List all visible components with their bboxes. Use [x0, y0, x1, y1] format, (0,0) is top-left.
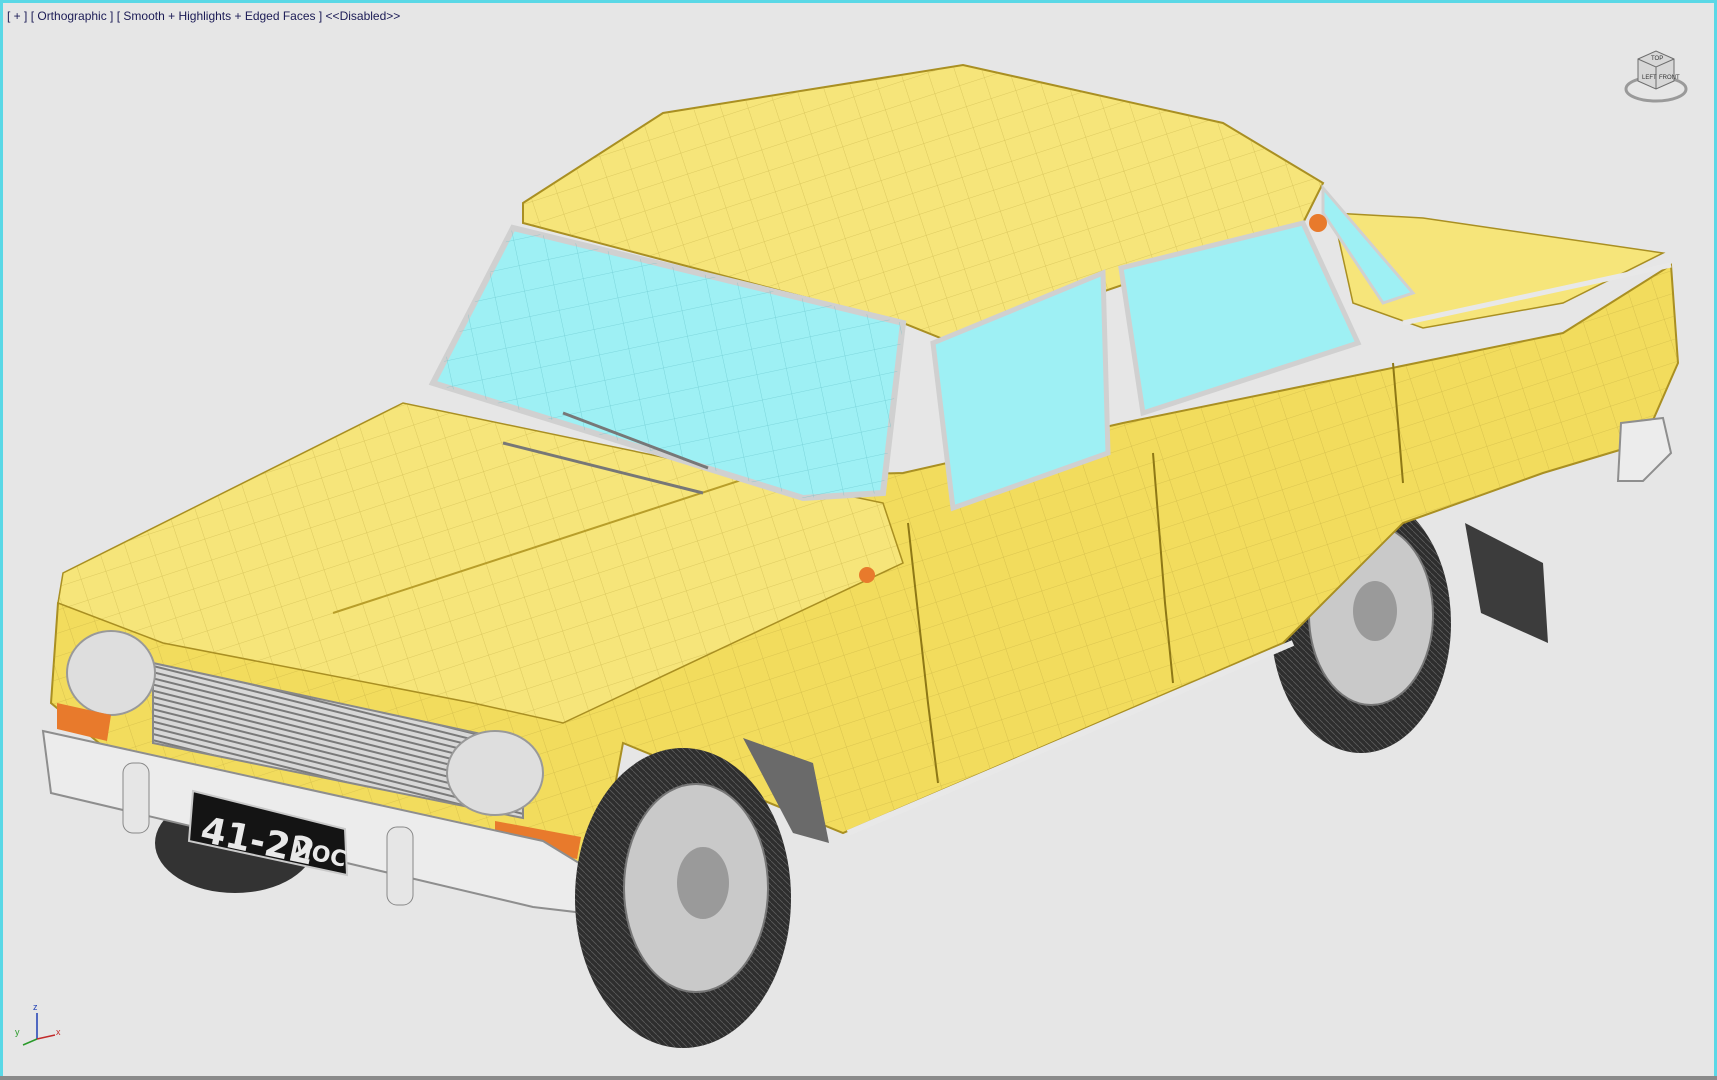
car-model[interactable]: 41-22 МОС: [3, 3, 1714, 1077]
left-headlight: [66, 630, 156, 716]
viewcube[interactable]: LEFT FRONT TOP: [1624, 45, 1688, 105]
rear-bumper: [1616, 416, 1673, 482]
x-axis-label: x: [56, 1027, 61, 1037]
viewcube-top-face: TOP: [1651, 56, 1663, 62]
mirror-light: [1309, 214, 1327, 232]
right-headlight: [446, 730, 544, 816]
y-axis: [22, 1038, 38, 1046]
side-marker: [859, 567, 875, 583]
axis-tripod: z x y: [13, 999, 63, 1049]
y-axis-label: y: [15, 1027, 20, 1037]
z-axis-label: z: [33, 1002, 38, 1012]
viewport-perspective[interactable]: [ + ] [ Orthographic ] [ Smooth + Highli…: [0, 0, 1717, 1080]
bottom-strip: [0, 1076, 1717, 1080]
viewcube-left-face: LEFT: [1642, 75, 1657, 81]
bumper-guard-right: [386, 826, 414, 906]
viewcube-front-face: FRONT: [1659, 75, 1680, 81]
front-right-wheel: [575, 748, 791, 1048]
bumper-guard-left: [122, 762, 150, 834]
x-axis: [36, 1034, 56, 1040]
mud-flap: [1465, 523, 1548, 643]
